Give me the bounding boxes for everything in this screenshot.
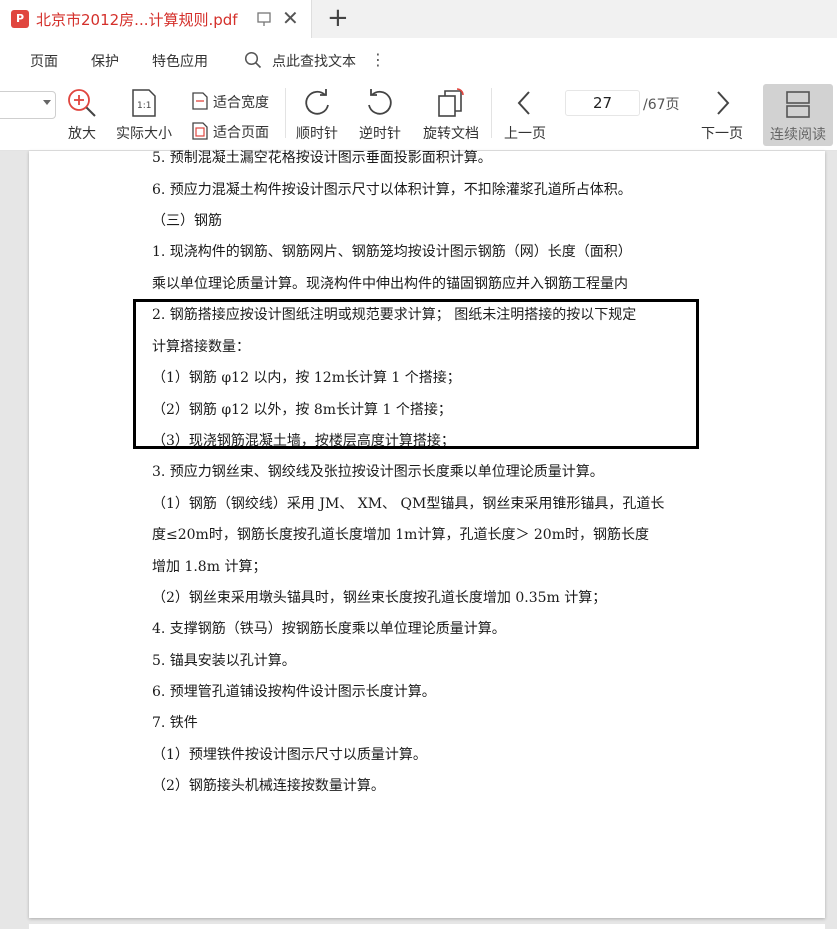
zoom-in-label: 放大	[68, 126, 96, 142]
text-line: 6. 预应力混凝土构件按设计图示尺寸以体积计算，不扣除灌浆孔道所占体积。	[152, 182, 632, 198]
menu-item-protect[interactable]: 保护	[91, 51, 119, 71]
text-line: （1）预埋铁件按设计图示尺寸以质量计算。	[152, 747, 427, 763]
rotate-document-label: 旋转文档	[423, 126, 479, 142]
text-line: 乘以单位理论质量计算。现浇构件中伸出构件的锚固钢筋应并入钢筋工程量内	[152, 276, 628, 292]
section-heading: （三）钢筋	[152, 213, 222, 229]
menu-bar: 页面 保护 特色应用 点此查找文本 ⋮	[0, 38, 837, 80]
chevron-left-icon	[517, 91, 530, 115]
text-line: （1）钢筋（钢绞线）采用 JM、 XM、 QM型锚具，钢丝束采用锥形锚具，孔道长	[152, 496, 665, 512]
continuous-reading-icon	[786, 91, 810, 118]
rotate-clockwise-icon	[305, 89, 329, 115]
fit-width-label: 适合宽度	[213, 95, 269, 111]
document-page: 5. 预制混凝土漏空花格按设计图示垂面投影面积计算。 6. 预应力混凝土构件按设…	[29, 150, 825, 918]
continuous-reading-label: 连续阅读	[770, 127, 826, 143]
text-line: 7. 铁件	[152, 715, 198, 731]
document-tab[interactable]: P 北京市2012房...计算规则.pdf ✕	[0, 0, 312, 38]
fit-width-button[interactable]: 适合宽度	[191, 91, 281, 111]
tab-title: 北京市2012房...计算规则.pdf	[36, 11, 238, 29]
toolbar: 放大 1:1 实际大小 适合宽度 适合页面 顺时针 逆时针 旋转文档 上一页 2…	[0, 80, 837, 151]
chevron-right-icon	[717, 91, 730, 115]
next-page-label: 下一页	[701, 126, 743, 142]
rotate-document-button[interactable]: 旋转文档	[420, 87, 482, 143]
fit-width-icon	[192, 92, 208, 110]
svg-text:1:1: 1:1	[137, 101, 151, 111]
rotate-clockwise-label: 顺时针	[296, 126, 338, 142]
rotate-counterclockwise-label: 逆时针	[359, 126, 401, 142]
menu-item-features[interactable]: 特色应用	[152, 51, 208, 71]
tab-bar: P 北京市2012房...计算规则.pdf ✕ +	[0, 0, 837, 38]
rotate-counterclockwise-button[interactable]: 逆时针	[357, 87, 403, 143]
chevron-down-icon	[43, 100, 51, 105]
text-line: （2）钢筋接头机械连接按数量计算。	[152, 778, 385, 794]
actual-size-label: 实际大小	[116, 126, 172, 142]
actual-size-icon: 1:1	[132, 89, 156, 117]
zoom-in-icon	[68, 89, 96, 117]
text-line: 5. 锚具安装以孔计算。	[152, 653, 296, 669]
text-line: 3. 预应力钢丝束、钢绞线及张拉按设计图示长度乘以单位理论质量计算。	[152, 464, 604, 480]
highlight-box	[133, 299, 699, 449]
search-icon	[244, 51, 262, 69]
text-line: 度≤20m时，钢筋长度按孔道长度增加 1m计算，孔道长度＞ 20m时，钢筋长度	[152, 527, 649, 543]
page-total: /67页	[643, 97, 680, 113]
rotate-counterclockwise-icon	[368, 89, 392, 115]
new-tab-button[interactable]: +	[327, 4, 349, 32]
pdf-icon: P	[11, 10, 29, 28]
prev-page-button[interactable]: 上一页	[500, 87, 550, 143]
menu-item-page[interactable]: 页面	[30, 51, 58, 71]
page-gutter	[0, 151, 29, 929]
pin-icon[interactable]	[256, 11, 272, 27]
text-line: （2）钢丝束采用墩头锚具时，钢丝束长度按孔道长度增加 0.35m 计算；	[152, 590, 607, 606]
text-line: 6. 预埋管孔道铺设按构件设计图示长度计算。	[152, 684, 436, 700]
search-box[interactable]: 点此查找文本	[244, 50, 384, 72]
text-line: 增加 1.8m 计算；	[152, 559, 267, 575]
next-page-button[interactable]: 下一页	[697, 87, 747, 143]
rotate-document-icon	[438, 88, 464, 117]
close-icon[interactable]: ✕	[282, 8, 299, 28]
toolbar-divider	[285, 88, 286, 138]
zoom-in-button[interactable]: 放大	[62, 87, 102, 143]
rotate-clockwise-button[interactable]: 顺时针	[294, 87, 340, 143]
fit-page-button[interactable]: 适合页面	[191, 121, 281, 141]
text-line: 4. 支撑钢筋（铁马）按钢筋长度乘以单位理论质量计算。	[152, 621, 506, 637]
prev-page-label: 上一页	[504, 126, 546, 142]
text-line: 1. 现浇构件的钢筋、钢筋网片、钢筋笼均按设计图示钢筋（网）长度（面积）	[152, 244, 632, 260]
more-icon[interactable]: ⋮	[370, 50, 386, 69]
toolbar-divider	[491, 88, 492, 138]
next-page-edge	[29, 924, 825, 929]
actual-size-button[interactable]: 1:1 实际大小	[112, 87, 176, 143]
text-line: 5. 预制混凝土漏空花格按设计图示垂面投影面积计算。	[152, 150, 492, 166]
zoom-select[interactable]	[0, 91, 56, 119]
page-number-input[interactable]: 27	[565, 90, 640, 116]
search-label: 点此查找文本	[272, 54, 356, 70]
fit-page-icon	[192, 122, 208, 140]
continuous-reading-button[interactable]: 连续阅读	[763, 84, 833, 146]
fit-page-label: 适合页面	[213, 125, 269, 141]
